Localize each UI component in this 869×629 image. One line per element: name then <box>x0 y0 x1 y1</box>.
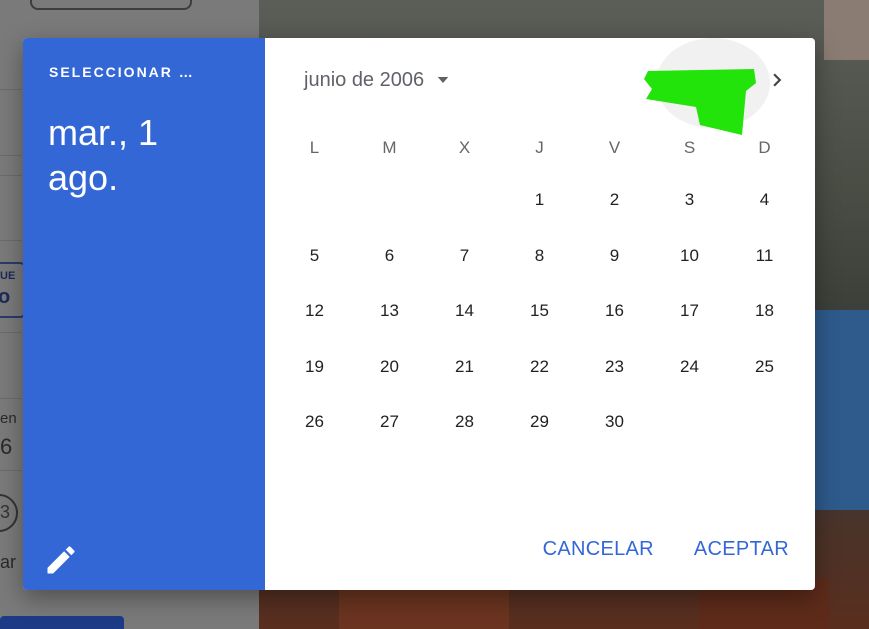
day-cell[interactable]: 13 <box>352 283 427 339</box>
day-cell[interactable]: 20 <box>352 339 427 395</box>
week-row: 12 13 14 15 16 17 18 <box>277 283 802 339</box>
calendar-grid: L M X J V S D 1 2 3 4 5 6 7 8 9 10 11 12… <box>277 132 802 450</box>
day-cell[interactable]: 29 <box>502 394 577 450</box>
date-picker-dialog: SELECCIONAR … mar., 1 ago. junio de 2006 <box>23 38 815 590</box>
empty-day-cell <box>427 172 502 228</box>
background-text: 6 <box>0 434 13 459</box>
cancel-button[interactable]: CANCELAR <box>541 534 656 565</box>
day-cell[interactable]: 14 <box>427 283 502 339</box>
background-pill <box>30 0 192 10</box>
background-button <box>0 616 124 629</box>
chevron-right-icon <box>773 73 782 87</box>
day-cell[interactable]: 10 <box>652 228 727 284</box>
accept-button[interactable]: ACEPTAR <box>692 534 791 565</box>
day-cell[interactable]: 11 <box>727 228 802 284</box>
day-cell[interactable]: 28 <box>427 394 502 450</box>
day-cell[interactable]: 26 <box>277 394 352 450</box>
divider <box>0 470 22 471</box>
weekday-label: X <box>458 138 471 157</box>
day-cell[interactable]: 18 <box>727 283 802 339</box>
background-circle: 3 <box>0 494 18 532</box>
day-cell[interactable]: 6 <box>352 228 427 284</box>
annotation-highlight-mark <box>644 69 756 135</box>
empty-day-cell <box>352 172 427 228</box>
background-text: en <box>0 410 17 427</box>
week-row: 19 20 21 22 23 24 25 <box>277 339 802 395</box>
week-row: 1 2 3 4 <box>277 172 802 228</box>
weekday-label: V <box>608 138 621 157</box>
next-month-button[interactable] <box>761 64 793 96</box>
divider <box>0 89 22 90</box>
day-cell[interactable]: 21 <box>427 339 502 395</box>
day-cell[interactable]: 22 <box>502 339 577 395</box>
background-tag-bottom: o <box>0 286 11 308</box>
empty-day-cell <box>652 394 727 450</box>
divider <box>0 240 22 241</box>
divider <box>0 155 22 156</box>
day-cell[interactable]: 9 <box>577 228 652 284</box>
header-label: SELECCIONAR … <box>49 64 195 80</box>
day-cell[interactable]: 19 <box>277 339 352 395</box>
pencil-icon <box>47 546 75 574</box>
selected-date-line1: mar., 1 <box>48 112 159 153</box>
day-cell[interactable]: 30 <box>577 394 652 450</box>
dialog-actions: CANCELAR ACEPTAR <box>541 534 791 565</box>
day-cell[interactable]: 24 <box>652 339 727 395</box>
background-tag-top: UE <box>0 270 16 282</box>
weekday-label: S <box>683 138 696 157</box>
day-cell[interactable]: 23 <box>577 339 652 395</box>
empty-day-cell <box>727 394 802 450</box>
background-text: ar <box>0 552 17 572</box>
day-cell[interactable]: 17 <box>652 283 727 339</box>
photo-sky <box>814 310 869 510</box>
edit-input-mode-button[interactable] <box>43 542 79 578</box>
empty-day-cell <box>277 172 352 228</box>
weekday-label: D <box>758 138 771 157</box>
week-row: 26 27 28 29 30 <box>277 394 802 450</box>
day-cell[interactable]: 25 <box>727 339 802 395</box>
photo-ruin <box>339 589 509 629</box>
caret-down-icon <box>437 77 449 83</box>
divider <box>0 332 22 333</box>
day-cell[interactable]: 5 <box>277 228 352 284</box>
weekday-label: J <box>535 138 544 157</box>
selected-date: mar., 1 ago. <box>48 110 248 200</box>
day-cell[interactable]: 15 <box>502 283 577 339</box>
day-cell[interactable]: 4 <box>727 172 802 228</box>
weekday-header-row: L M X J V S D <box>277 132 802 164</box>
selected-date-line2: ago. <box>48 157 119 198</box>
divider <box>0 175 22 176</box>
photo-building <box>824 0 869 60</box>
weekday-label: L <box>309 138 320 157</box>
month-year-selector[interactable]: junio de 2006 <box>304 66 452 94</box>
day-cell[interactable]: 27 <box>352 394 427 450</box>
date-picker-header: SELECCIONAR … mar., 1 ago. <box>23 38 265 590</box>
day-cell[interactable]: 2 <box>577 172 652 228</box>
background-circle-glyph: 3 <box>0 502 11 522</box>
day-cell[interactable]: 8 <box>502 228 577 284</box>
divider <box>0 398 22 399</box>
day-cell[interactable]: 16 <box>577 283 652 339</box>
day-cell[interactable]: 3 <box>652 172 727 228</box>
weekday-label: M <box>382 138 397 157</box>
week-row: 5 6 7 8 9 10 11 <box>277 228 802 284</box>
month-year-label: junio de 2006 <box>304 68 425 91</box>
day-cell[interactable]: 1 <box>502 172 577 228</box>
day-cell[interactable]: 12 <box>277 283 352 339</box>
day-cell[interactable]: 7 <box>427 228 502 284</box>
